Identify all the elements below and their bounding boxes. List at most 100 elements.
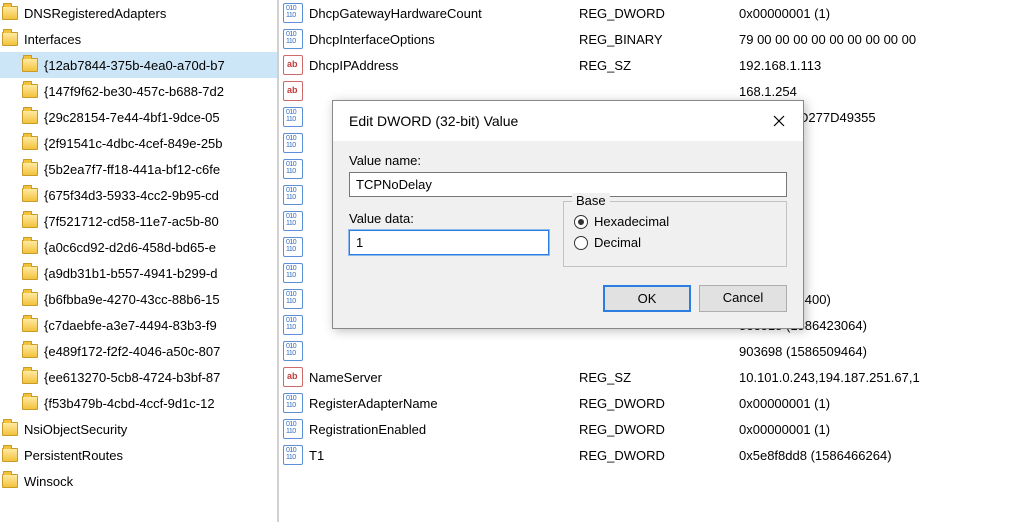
folder-icon: [2, 474, 18, 488]
string-value-icon: [283, 81, 303, 101]
value-row[interactable]: DhcpIPAddressREG_SZ192.168.1.113: [279, 52, 1024, 78]
folder-icon: [22, 110, 38, 124]
tree-item[interactable]: {2f91541c-4dbc-4cef-849e-25b: [0, 130, 277, 156]
value-name-cell: NameServer: [309, 370, 579, 385]
binary-value-icon: [283, 393, 303, 413]
value-type-cell: REG_DWORD: [579, 396, 739, 411]
value-row[interactable]: RegisterAdapterNameREG_DWORD0x00000001 (…: [279, 390, 1024, 416]
value-row[interactable]: DhcpGatewayHardwareCountREG_DWORD0x00000…: [279, 0, 1024, 26]
folder-icon: [22, 58, 38, 72]
value-type-cell: REG_DWORD: [579, 448, 739, 463]
radio-icon: [574, 236, 588, 250]
tree-item[interactable]: {ee613270-5cb8-4724-b3bf-87: [0, 364, 277, 390]
value-type-cell: REG_SZ: [579, 370, 739, 385]
tree-label: {a9db31b1-b557-4941-b299-d: [44, 266, 218, 281]
tree-item[interactable]: {29c28154-7e44-4bf1-9dce-05: [0, 104, 277, 130]
tree-label: PersistentRoutes: [24, 448, 123, 463]
folder-icon: [22, 370, 38, 384]
folder-icon: [22, 240, 38, 254]
tree-item[interactable]: Winsock: [0, 468, 277, 494]
radio-decimal[interactable]: Decimal: [574, 235, 776, 250]
value-data-cell: 168.1.254: [739, 84, 1024, 99]
close-icon: [773, 115, 785, 127]
value-row[interactable]: NameServerREG_SZ10.101.0.243,194.187.251…: [279, 364, 1024, 390]
registry-tree[interactable]: DNSRegisteredAdapters Interfaces {12ab78…: [0, 0, 278, 522]
radio-label: Hexadecimal: [594, 214, 669, 229]
binary-value-icon: [283, 133, 303, 153]
value-name-cell: DhcpInterfaceOptions: [309, 32, 579, 47]
value-row[interactable]: DhcpInterfaceOptionsREG_BINARY79 00 00 0…: [279, 26, 1024, 52]
tree-item[interactable]: PersistentRoutes: [0, 442, 277, 468]
binary-value-icon: [283, 341, 303, 361]
folder-icon: [22, 318, 38, 332]
value-data-cell: 192.168.1.113: [739, 58, 1024, 73]
value-data-cell: 0x5e8f8dd8 (1586466264): [739, 448, 1024, 463]
tree-item[interactable]: {c7daebfe-a3e7-4494-83b3-f9: [0, 312, 277, 338]
tree-label: {675f34d3-5933-4cc2-9b95-cd: [44, 188, 219, 203]
tree-label: {b6fbba9e-4270-43cc-88b6-15: [44, 292, 220, 307]
folder-icon: [22, 84, 38, 98]
folder-icon: [22, 396, 38, 410]
tree-label: {c7daebfe-a3e7-4494-83b3-f9: [44, 318, 217, 333]
radio-label: Decimal: [594, 235, 641, 250]
tree-item[interactable]: {7f521712-cd58-11e7-ac5b-80: [0, 208, 277, 234]
tree-item-interfaces[interactable]: Interfaces: [0, 26, 277, 52]
folder-icon: [2, 448, 18, 462]
tree-item[interactable]: {675f34d3-5933-4cc2-9b95-cd: [0, 182, 277, 208]
binary-value-icon: [283, 237, 303, 257]
tree-label: DNSRegisteredAdapters: [24, 6, 166, 21]
value-type-cell: REG_DWORD: [579, 422, 739, 437]
radio-icon: [574, 215, 588, 229]
tree-item[interactable]: {e489f172-f2f2-4046-a50c-807: [0, 338, 277, 364]
radio-hexadecimal[interactable]: Hexadecimal: [574, 214, 776, 229]
value-data-cell: 0x00000001 (1): [739, 422, 1024, 437]
dialog-titlebar: Edit DWORD (32-bit) Value: [333, 101, 803, 141]
folder-icon: [22, 344, 38, 358]
value-name-cell: DhcpGatewayHardwareCount: [309, 6, 579, 21]
value-name-cell: DhcpIPAddress: [309, 58, 579, 73]
tree-item[interactable]: {a9db31b1-b557-4941-b299-d: [0, 260, 277, 286]
tree-item[interactable]: {b6fbba9e-4270-43cc-88b6-15: [0, 286, 277, 312]
string-value-icon: [283, 367, 303, 387]
binary-value-icon: [283, 315, 303, 335]
binary-value-icon: [283, 419, 303, 439]
value-data-field[interactable]: [349, 230, 549, 255]
value-data-cell: 0x00000001 (1): [739, 6, 1024, 21]
tree-label: {29c28154-7e44-4bf1-9dce-05: [44, 110, 220, 125]
tree-item[interactable]: {f53b479b-4cbd-4ccf-9d1c-12: [0, 390, 277, 416]
value-row[interactable]: RegistrationEnabledREG_DWORD0x00000001 (…: [279, 416, 1024, 442]
value-name-label: Value name:: [349, 153, 787, 168]
folder-icon: [22, 266, 38, 280]
binary-value-icon: [283, 159, 303, 179]
tree-label: {e489f172-f2f2-4046-a50c-807: [44, 344, 220, 359]
folder-icon: [22, 136, 38, 150]
tree-item[interactable]: {147f9f62-be30-457c-b688-7d2: [0, 78, 277, 104]
tree-item[interactable]: NsiObjectSecurity: [0, 416, 277, 442]
value-row[interactable]: 903698 (1586509464): [279, 338, 1024, 364]
tree-label: {f53b479b-4cbd-4ccf-9d1c-12: [44, 396, 215, 411]
value-data-label: Value data:: [349, 211, 549, 226]
value-name-field[interactable]: [349, 172, 787, 197]
value-data-cell: 79 00 00 00 00 00 00 00 00 00: [739, 32, 1024, 47]
value-row[interactable]: T1REG_DWORD0x5e8f8dd8 (1586466264): [279, 442, 1024, 468]
tree-item[interactable]: {12ab7844-375b-4ea0-a70d-b7: [0, 52, 277, 78]
edit-dword-dialog: Edit DWORD (32-bit) Value Value name: Va…: [332, 100, 804, 329]
folder-icon: [22, 214, 38, 228]
tree-label: NsiObjectSecurity: [24, 422, 127, 437]
folder-icon: [22, 188, 38, 202]
cancel-button[interactable]: Cancel: [699, 285, 787, 312]
folder-icon: [22, 292, 38, 306]
tree-item[interactable]: {a0c6cd92-d2d6-458d-bd65-e: [0, 234, 277, 260]
ok-button[interactable]: OK: [603, 285, 691, 312]
tree-item[interactable]: DNSRegisteredAdapters: [0, 0, 277, 26]
close-button[interactable]: [763, 109, 795, 133]
binary-value-icon: [283, 211, 303, 231]
tree-label: {5b2ea7f7-ff18-441a-bf12-c6fe: [44, 162, 220, 177]
value-data-cell: 903698 (1586509464): [739, 344, 1024, 359]
tree-label: {7f521712-cd58-11e7-ac5b-80: [44, 214, 219, 229]
folder-icon: [2, 6, 18, 20]
binary-value-icon: [283, 107, 303, 127]
tree-item[interactable]: {5b2ea7f7-ff18-441a-bf12-c6fe: [0, 156, 277, 182]
dialog-title-text: Edit DWORD (32-bit) Value: [349, 113, 518, 129]
string-value-icon: [283, 55, 303, 75]
